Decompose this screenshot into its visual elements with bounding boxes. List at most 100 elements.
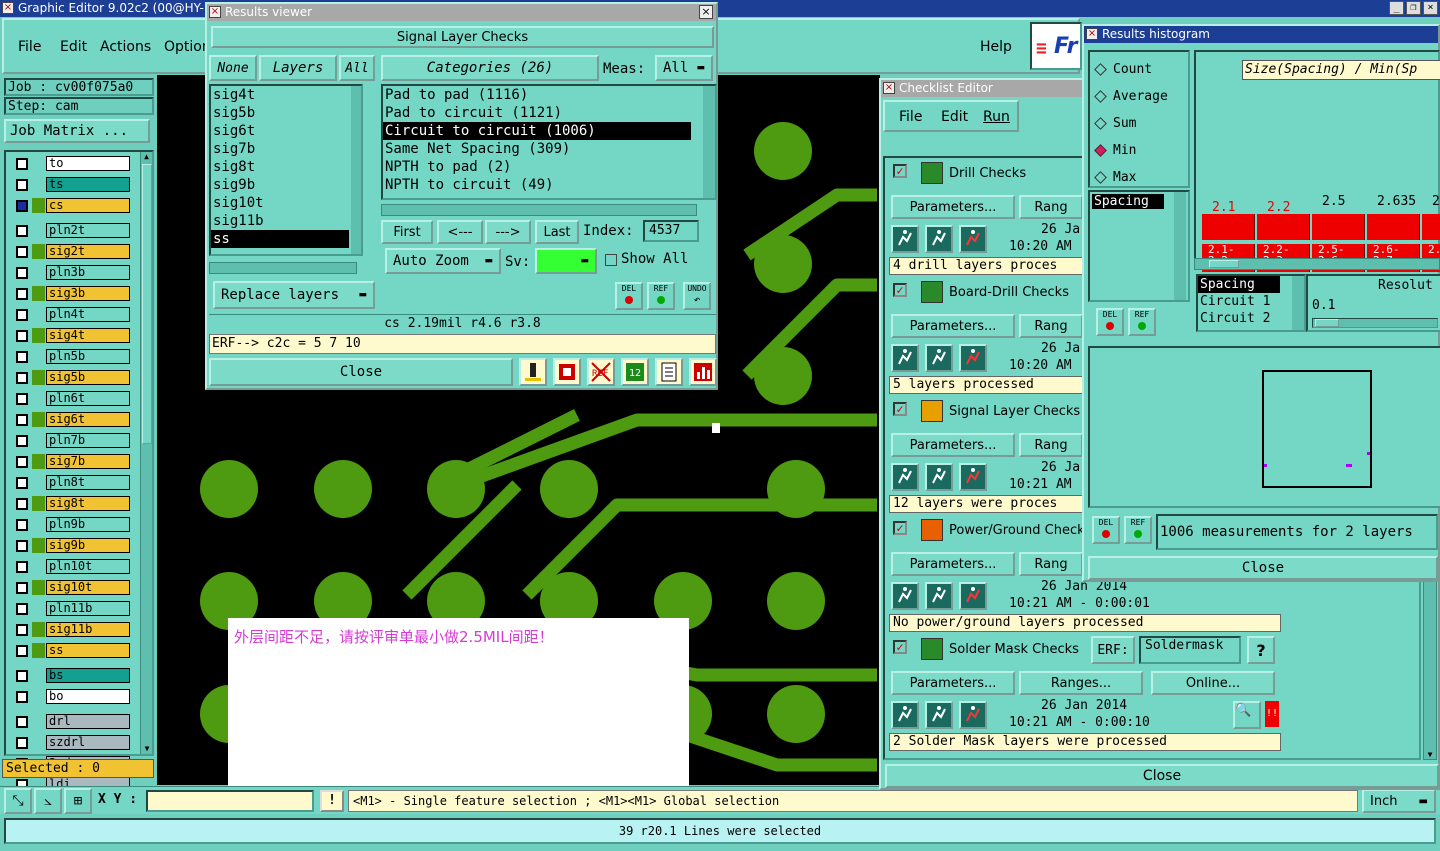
category-list[interactable]: Pad to pad (1116) Pad to circuit (1121) Ci… <box>381 84 717 200</box>
select-arrow-tool-icon[interactable]: ⤡ <box>4 788 32 814</box>
histogram-bar[interactable] <box>1202 214 1255 240</box>
layer-checkbox[interactable] <box>16 716 28 728</box>
layer-list-item[interactable]: sig9b <box>211 176 361 194</box>
undo-button[interactable]: UNDO ↶ <box>683 282 711 310</box>
stop-icon[interactable] <box>959 701 987 729</box>
ranges-button[interactable]: Rang <box>1019 433 1083 457</box>
item-list-entry[interactable]: Circuit 1 <box>1198 293 1304 310</box>
category-list-item[interactable]: Circuit to circuit (1006) <box>383 122 691 140</box>
category-list-item[interactable]: NPTH to pad (2) <box>383 158 715 176</box>
stop-icon[interactable] <box>959 463 987 491</box>
layer-list-item[interactable]: sig5b <box>211 104 361 122</box>
units-dropdown[interactable]: Inch ▬ <box>1362 789 1436 813</box>
results-viewer-close-button[interactable]: Close <box>209 358 513 386</box>
layer-checkbox[interactable] <box>16 603 28 615</box>
close-icon[interactable]: × <box>1423 1 1438 15</box>
layer-checkbox[interactable] <box>16 670 28 682</box>
layer-row[interactable]: sig10t <box>14 580 130 595</box>
category-scrollbar[interactable] <box>703 86 715 198</box>
layer-checkbox[interactable] <box>16 351 28 363</box>
histogram-bar[interactable] <box>1367 214 1420 240</box>
aggregate-option[interactable]: Sum <box>1094 114 1136 132</box>
help-button[interactable]: ? <box>1247 636 1275 664</box>
minimize-icon[interactable]: _ <box>1389 1 1404 15</box>
run-icon[interactable] <box>891 582 919 610</box>
parameters-button[interactable]: Parameters... <box>891 671 1015 695</box>
layer-list-item[interactable]: sig7b <box>211 140 361 158</box>
layer-checkbox[interactable] <box>16 309 28 321</box>
online-button[interactable]: Online... <box>1151 671 1275 695</box>
run-all-icon[interactable] <box>925 463 953 491</box>
ref-button[interactable]: REF <box>647 282 675 310</box>
layer-checkbox[interactable] <box>16 414 28 426</box>
measure-tool-icon[interactable]: ⦣ <box>34 788 62 814</box>
layer-row[interactable]: sig5b <box>14 370 130 385</box>
section-checkbox[interactable]: ✓ <box>893 640 907 654</box>
category-list-item[interactable]: Pad to pad (1116) <box>383 86 715 104</box>
parameters-button[interactable]: Parameters... <box>891 433 1015 457</box>
layer-checkbox[interactable] <box>16 456 28 468</box>
layer-checkbox[interactable] <box>16 179 28 191</box>
ranges-button[interactable]: Rang <box>1019 195 1083 219</box>
histogram-hscroll[interactable] <box>1194 258 1440 270</box>
layer-row[interactable]: pln9b <box>14 517 130 532</box>
layer-list-item[interactable]: sig4t <box>211 86 361 104</box>
layer-row[interactable]: sig7b <box>14 454 130 469</box>
layer-checkbox[interactable] <box>16 498 28 510</box>
close-icon[interactable]: × <box>699 5 713 19</box>
menu-help[interactable]: Help <box>980 39 1012 55</box>
item-list-entry[interactable]: Spacing <box>1198 276 1280 293</box>
parameters-button[interactable]: Parameters... <box>891 195 1015 219</box>
item-scrollbar[interactable] <box>1292 276 1304 330</box>
sv-color-dropdown[interactable]: ▬ <box>535 248 597 274</box>
run-all-icon[interactable] <box>925 582 953 610</box>
layer-list-item[interactable]: ss <box>211 230 349 248</box>
layer-row[interactable]: pln3b <box>14 265 130 280</box>
aggregate-option[interactable]: Average <box>1094 87 1168 105</box>
menu-actions[interactable]: Actions <box>100 39 151 55</box>
layer-checkbox[interactable] <box>16 267 28 279</box>
parameters-button[interactable]: Parameters... <box>891 552 1015 576</box>
layer-row[interactable]: pln5b <box>14 349 130 364</box>
categories-tab[interactable]: Categories (26) <box>381 55 599 81</box>
layer-checkbox[interactable] <box>16 158 28 170</box>
layer-checkbox[interactable] <box>16 225 28 237</box>
exit-icon[interactable] <box>553 358 581 386</box>
layer-list-item[interactable]: sig10t <box>211 194 361 212</box>
layer-row[interactable]: pln10t <box>14 559 130 574</box>
aggregate-option[interactable]: Min <box>1094 141 1136 159</box>
category-list-item[interactable]: Same Net Spacing (309) <box>383 140 715 158</box>
layer-row[interactable]: pln4t <box>14 307 130 322</box>
maximize-icon[interactable]: ❐ <box>1406 1 1421 15</box>
item-list[interactable]: Spacing Circuit 1 Circuit 2 <box>1196 274 1306 332</box>
meas-dropdown[interactable]: All ▬ <box>655 55 713 81</box>
layer-checkbox[interactable] <box>16 624 28 636</box>
layer-checkbox[interactable] <box>16 582 28 594</box>
category-hscroll[interactable] <box>381 204 697 216</box>
layer-list-scrollbar[interactable] <box>351 86 361 254</box>
menu-file[interactable]: File <box>18 39 41 55</box>
layer-row[interactable]: szdrl <box>14 735 130 750</box>
histogram-close-button[interactable]: Close <box>1088 556 1438 580</box>
scroll-down-arrow-icon[interactable]: ▼ <box>1424 750 1436 759</box>
layer-checkbox[interactable] <box>16 477 28 489</box>
scroll-down-arrow-icon[interactable]: ▼ <box>141 744 153 754</box>
aggregate-option[interactable]: Max <box>1094 168 1136 186</box>
menu-edit[interactable]: Edit <box>941 109 968 125</box>
scroll-up-arrow-icon[interactable]: ▲ <box>141 152 152 162</box>
layer-checkbox[interactable] <box>16 200 28 212</box>
counter-icon[interactable]: 12 <box>621 358 649 386</box>
layer-checkbox[interactable] <box>16 737 28 749</box>
parameters-button[interactable]: Parameters... <box>891 314 1015 338</box>
section-checkbox[interactable]: ✓ <box>893 521 907 535</box>
type-scrollbar[interactable] <box>1174 192 1186 300</box>
layer-list-item[interactable]: sig8t <box>211 158 361 176</box>
ref-button[interactable]: REF <box>1128 308 1156 336</box>
section-name[interactable]: Signal Layer Checks <box>949 404 1080 419</box>
next-button[interactable]: ---> <box>485 220 531 244</box>
layer-row[interactable]: sig9b <box>14 538 130 553</box>
layer-row[interactable]: pln7b <box>14 433 130 448</box>
run-all-icon[interactable] <box>925 225 953 253</box>
warning-icon[interactable]: ! <box>320 790 344 812</box>
layer-row[interactable]: pln2t <box>14 223 130 238</box>
